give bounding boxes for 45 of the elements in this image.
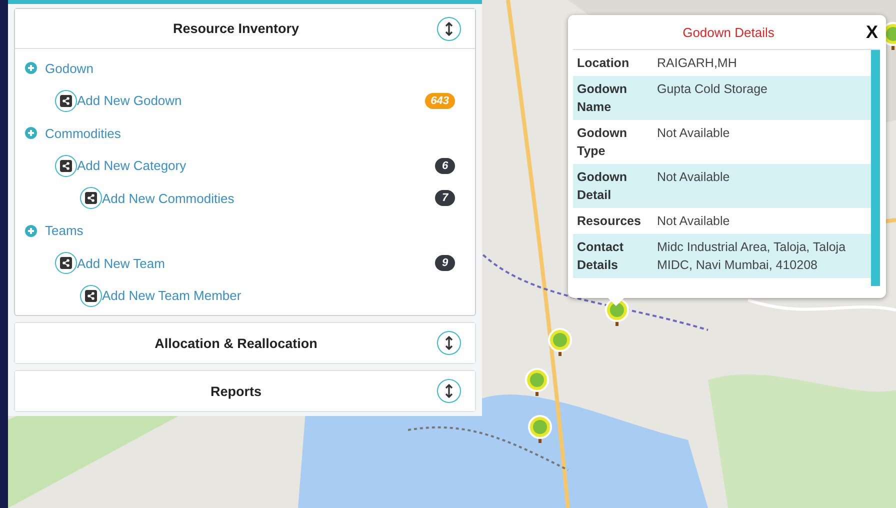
map-marker-icon[interactable] [528, 414, 552, 444]
share-icon [80, 187, 102, 210]
plus-icon[interactable] [25, 62, 37, 74]
field-label: Godown Detail [577, 169, 628, 204]
field-value: Gupta Cold Storage [657, 81, 768, 98]
category-label[interactable]: Godown [45, 60, 94, 76]
map-marker-icon[interactable] [548, 327, 572, 357]
map-marker-icon[interactable] [525, 367, 549, 397]
accordion-header[interactable]: Reports [15, 371, 475, 411]
field-label: Godown Name [577, 81, 628, 116]
count-badge: 9 [435, 255, 455, 272]
category-label[interactable]: Teams [45, 223, 84, 238]
plus-icon[interactable] [25, 127, 37, 140]
scrollbar[interactable] [871, 50, 880, 286]
accordion-header[interactable]: Resource Inventory [15, 9, 475, 49]
share-icon [80, 284, 102, 307]
share-icon [55, 90, 77, 112]
field-value: Not Available [657, 213, 731, 230]
share-icon [55, 154, 77, 177]
tree-link[interactable]: Add New Team [55, 252, 165, 274]
plus-icon[interactable] [25, 224, 37, 237]
count-badge: 7 [435, 190, 455, 206]
close-button[interactable]: X [864, 22, 880, 42]
field-value: Midc Industrial Area, Taloja, Taloja MIDC, Navi Mumbai, 410208 [657, 239, 847, 274]
field-value: RAIGARH,MH [657, 55, 738, 72]
map-marker-icon[interactable] [605, 297, 629, 327]
popup-title: Godown Details [682, 24, 776, 40]
category-label[interactable]: Commodities [45, 126, 121, 141]
expand-toggle-icon[interactable] [437, 379, 461, 403]
field-label: Godown Type [577, 125, 628, 160]
field-label: Location [577, 55, 630, 72]
field-value: Not Available [657, 169, 731, 186]
tree-link[interactable]: Add New Commodities [80, 187, 234, 210]
accordion-header[interactable]: Allocation & Reallocation [15, 323, 475, 363]
field-value: Not Available [657, 125, 731, 142]
tree-link[interactable]: Add New Category [55, 154, 186, 177]
expand-toggle-icon[interactable] [437, 331, 461, 355]
field-label: Contact Details [577, 239, 625, 274]
share-icon [55, 252, 77, 274]
count-badge: 643 [424, 92, 455, 109]
field-label: Resources [577, 213, 642, 230]
count-badge: 6 [435, 158, 455, 174]
tree-link[interactable]: Add New Godown [55, 90, 182, 112]
expand-toggle-icon[interactable] [437, 16, 461, 40]
tree-link[interactable]: Add New Team Member [80, 284, 242, 307]
